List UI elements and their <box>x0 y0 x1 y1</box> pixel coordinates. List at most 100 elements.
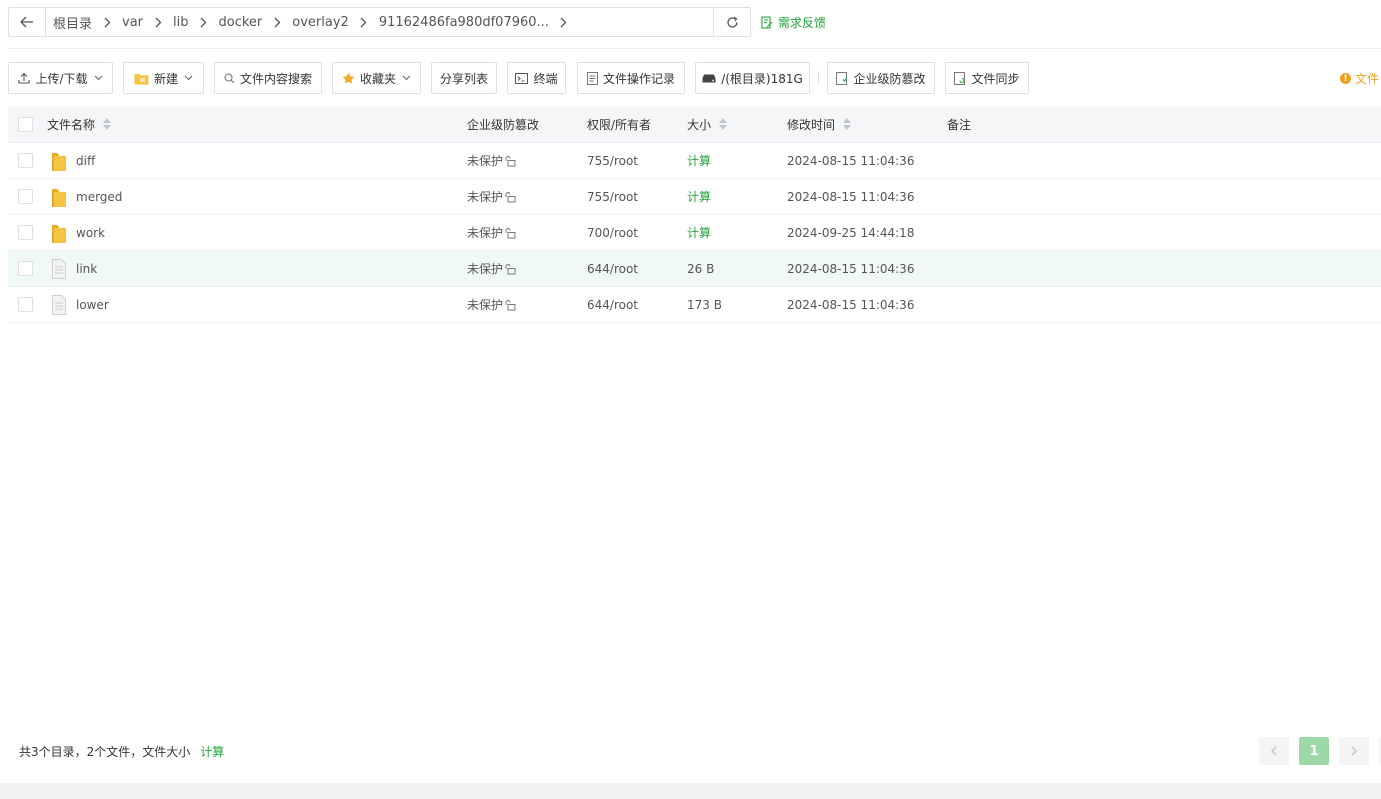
tamper-status[interactable]: 未保护 <box>467 287 516 322</box>
breadcrumb-item-lib[interactable]: lib <box>173 15 188 30</box>
search-content-button[interactable]: 文件内容搜索 <box>214 62 322 94</box>
sort-icon[interactable] <box>843 118 852 130</box>
notice-link[interactable]: ! 文件 <box>1340 70 1379 87</box>
shield-doc-icon <box>836 71 848 85</box>
breadcrumb-item-var[interactable]: var <box>122 15 143 30</box>
row-checkbox[interactable] <box>18 261 33 276</box>
file-name[interactable]: link <box>76 262 97 276</box>
table-row[interactable]: link 未保护 644/root 26 B 2024-08-15 11:04:… <box>8 251 1381 287</box>
column-header-note-label: 备注 <box>947 117 972 132</box>
new-button[interactable]: 新建 <box>123 62 204 94</box>
toolbar-divider <box>818 71 819 85</box>
calculate-size-link[interactable]: 计算 <box>687 188 711 205</box>
folder-icon <box>52 188 66 207</box>
prev-page-button[interactable] <box>1259 737 1289 765</box>
disk-button[interactable]: /(根目录)181G <box>695 62 810 94</box>
file-table: 文件名称 企业级防篡改 权限/所有者 大小 修改时间 备注 diff 未保护 7… <box>8 106 1381 323</box>
operation-log-button[interactable]: 文件操作记录 <box>577 62 685 94</box>
upload-download-button[interactable]: 上传/下载 <box>8 62 113 94</box>
modified-time: 2024-08-15 11:04:36 <box>787 153 915 168</box>
file-sync-button[interactable]: 文件同步 <box>945 62 1029 94</box>
terminal-button[interactable]: 终端 <box>507 62 566 94</box>
calculate-size-link[interactable]: 计算 <box>687 152 711 169</box>
upload-icon <box>18 72 31 84</box>
next-page-button[interactable] <box>1339 737 1369 765</box>
new-folder-icon <box>134 73 149 84</box>
summary-label: 共3个目录，2个文件，文件大小 <box>19 745 191 759</box>
modified-time: 2024-08-15 11:04:36 <box>787 297 915 312</box>
address-bar: 根目录 var lib docker overlay2 91162486fa98… <box>8 7 751 37</box>
calculate-size-link[interactable]: 计算 <box>687 224 711 241</box>
permission-owner[interactable]: 755/root <box>587 190 638 204</box>
sort-icon[interactable] <box>719 118 728 130</box>
chevron-right-icon[interactable] <box>549 17 579 28</box>
unlock-icon <box>505 299 516 310</box>
new-label: 新建 <box>153 71 178 86</box>
tamper-status[interactable]: 未保护 <box>467 215 516 250</box>
tamper-protection-label: 企业级防篡改 <box>853 71 926 86</box>
tamper-status-label: 未保护 <box>467 298 504 312</box>
column-header-size-label: 大小 <box>687 117 712 132</box>
file-icon <box>52 294 66 315</box>
tamper-status[interactable]: 未保护 <box>467 179 516 214</box>
chevron-right-icon <box>349 17 379 28</box>
column-header-mtime[interactable]: 修改时间 <box>787 106 852 142</box>
chevron-right-icon <box>189 17 219 28</box>
column-header-size[interactable]: 大小 <box>687 106 728 142</box>
row-checkbox[interactable] <box>18 189 33 204</box>
chevron-right-icon <box>143 17 173 28</box>
permission-owner[interactable]: 644/root <box>587 262 638 276</box>
file-size: 26 B <box>687 261 715 276</box>
log-doc-icon <box>586 71 598 85</box>
select-all-checkbox[interactable] <box>18 116 33 132</box>
tamper-status[interactable]: 未保护 <box>467 143 516 178</box>
feedback-link[interactable]: 需求反馈 <box>761 14 826 31</box>
back-button[interactable] <box>9 8 46 36</box>
table-row[interactable]: merged 未保护 755/root 计算 2024-08-15 11:04:… <box>8 179 1381 215</box>
hard-drive-icon <box>702 74 716 82</box>
path-input[interactable]: 根目录 var lib docker overlay2 91162486fa98… <box>8 7 751 37</box>
divider <box>8 48 1381 49</box>
permission-owner[interactable]: 700/root <box>587 226 638 240</box>
favorites-button[interactable]: 收藏夹 <box>332 62 421 94</box>
table-row[interactable]: diff 未保护 755/root 计算 2024-08-15 11:04:36 <box>8 143 1381 179</box>
tamper-protection-button[interactable]: 企业级防篡改 <box>827 62 935 94</box>
refresh-button[interactable] <box>713 8 750 36</box>
row-checkbox[interactable] <box>18 153 33 168</box>
feedback-label: 需求反馈 <box>778 16 827 30</box>
select-all-checkbox-cell <box>18 106 33 142</box>
breadcrumb-item-overlay2[interactable]: overlay2 <box>292 15 349 30</box>
file-name[interactable]: merged <box>76 190 122 204</box>
file-sync-label: 文件同步 <box>971 71 1020 86</box>
modified-time: 2024-08-15 11:04:36 <box>787 261 915 276</box>
tamper-status-label: 未保护 <box>467 154 504 168</box>
file-name[interactable]: lower <box>76 298 109 312</box>
file-name[interactable]: work <box>76 226 105 240</box>
star-icon <box>342 72 355 84</box>
page-number-button[interactable]: 1 <box>1299 737 1329 765</box>
permission-owner[interactable]: 644/root <box>587 298 638 312</box>
arrow-left-icon <box>20 16 33 28</box>
chevron-left-icon <box>1271 746 1277 756</box>
breadcrumb-item-root[interactable]: 根目录 <box>53 13 92 32</box>
sort-icon[interactable] <box>103 118 112 130</box>
table-row[interactable]: work 未保护 700/root 计算 2024-09-25 14:44:18 <box>8 215 1381 251</box>
share-list-button[interactable]: 分享列表 <box>431 62 497 94</box>
permission-owner[interactable]: 755/root <box>587 154 638 168</box>
tamper-status[interactable]: 未保护 <box>467 251 516 286</box>
table-row[interactable]: lower 未保护 644/root 173 B 2024-08-15 11:0… <box>8 287 1381 323</box>
chevron-right-icon <box>262 17 292 28</box>
row-checkbox[interactable] <box>18 225 33 240</box>
table-header: 文件名称 企业级防篡改 权限/所有者 大小 修改时间 备注 <box>8 106 1381 143</box>
breadcrumb-item-current[interactable]: 91162486fa980df07960... <box>379 15 549 30</box>
unlock-icon <box>505 155 516 166</box>
breadcrumb-item-docker[interactable]: docker <box>219 15 263 30</box>
column-header-name[interactable]: 文件名称 <box>47 106 112 142</box>
tamper-status-label: 未保护 <box>467 226 504 240</box>
row-checkbox[interactable] <box>18 297 33 312</box>
file-icon <box>52 258 66 279</box>
chevron-right-icon <box>92 17 122 28</box>
share-list-label: 分享列表 <box>439 71 488 86</box>
file-name[interactable]: diff <box>76 154 95 168</box>
calculate-total-link[interactable]: 计算 <box>200 743 224 760</box>
